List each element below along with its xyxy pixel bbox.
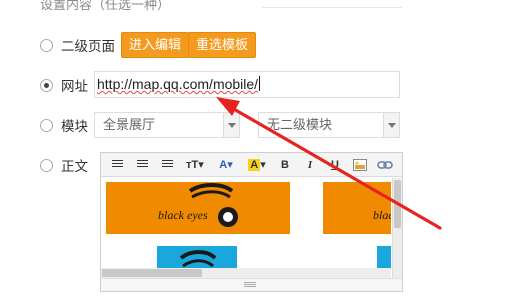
option-module[interactable]: 模块 — [40, 112, 88, 138]
underline-icon[interactable]: U — [327, 157, 343, 173]
preview-image-tile: black — [323, 182, 391, 234]
editor-content[interactable]: black eyes black — [101, 178, 391, 278]
module-secondary-value: 无二级模块 — [267, 117, 333, 132]
text-caret — [259, 76, 261, 91]
module-label: 模块 — [61, 119, 88, 134]
scrollbar-thumb[interactable] — [102, 269, 202, 277]
font-size-icon[interactable]: тT▾ — [184, 157, 206, 173]
align-right-icon[interactable] — [159, 157, 175, 173]
option-url[interactable]: 网址 — [40, 72, 88, 98]
editor-resize-bar[interactable] — [101, 278, 402, 291]
highlight-color-icon[interactable]: A ▾ — [246, 157, 268, 173]
preview-caption-partial: black — [373, 208, 391, 222]
chevron-down-icon[interactable] — [223, 113, 239, 137]
editor-vertical-scrollbar[interactable] — [392, 178, 402, 278]
bold-icon[interactable]: B — [277, 157, 293, 173]
url-input[interactable]: http://map.qq.com/mobile/ — [94, 71, 400, 98]
option-body[interactable]: 正文 — [40, 152, 88, 178]
enter-edit-button[interactable]: 进入编辑 — [121, 32, 190, 58]
module-primary-select[interactable]: 全景展厅 — [94, 112, 240, 138]
reselect-template-button[interactable]: 重选模板 — [188, 32, 257, 58]
body-label: 正文 — [61, 159, 88, 174]
italic-icon[interactable]: I — [302, 157, 318, 173]
preview-caption: black eyes — [158, 208, 208, 222]
subpage-label: 二级页面 — [61, 39, 115, 54]
resize-grip-icon[interactable] — [244, 282, 256, 288]
preview-image-tile: black eyes — [106, 182, 290, 234]
module-secondary-select[interactable]: 无二级模块 — [258, 112, 400, 138]
scrollbar-thumb[interactable] — [394, 180, 401, 228]
align-center-icon[interactable] — [134, 157, 150, 173]
url-input-value: http://map.qq.com/mobile/ — [97, 76, 259, 92]
body-radio[interactable] — [40, 158, 53, 172]
module-primary-value: 全景展厅 — [103, 117, 156, 132]
editor-horizontal-scrollbar[interactable] — [101, 268, 391, 278]
module-radio[interactable] — [40, 118, 53, 132]
url-label: 网址 — [61, 79, 88, 94]
editor-toolbar: тT▾ A▾ A▾ B I U {} — [101, 153, 402, 177]
link-icon[interactable] — [377, 157, 393, 173]
chevron-down-icon[interactable] — [383, 113, 399, 137]
subpage-radio[interactable] — [40, 38, 53, 52]
insert-image-icon[interactable] — [352, 157, 368, 173]
source-icon[interactable]: {} — [402, 157, 403, 173]
rich-text-editor[interactable]: тT▾ A▾ A▾ B I U {} black eyes black — [100, 152, 403, 292]
url-radio[interactable] — [40, 78, 53, 92]
option-subpage[interactable]: 二级页面 — [40, 32, 115, 58]
align-left-icon[interactable] — [109, 157, 125, 173]
font-color-icon[interactable]: A▾ — [215, 157, 237, 173]
section-divider — [262, 7, 402, 8]
section-title: 设置内容（任选一种） — [40, 0, 171, 12]
